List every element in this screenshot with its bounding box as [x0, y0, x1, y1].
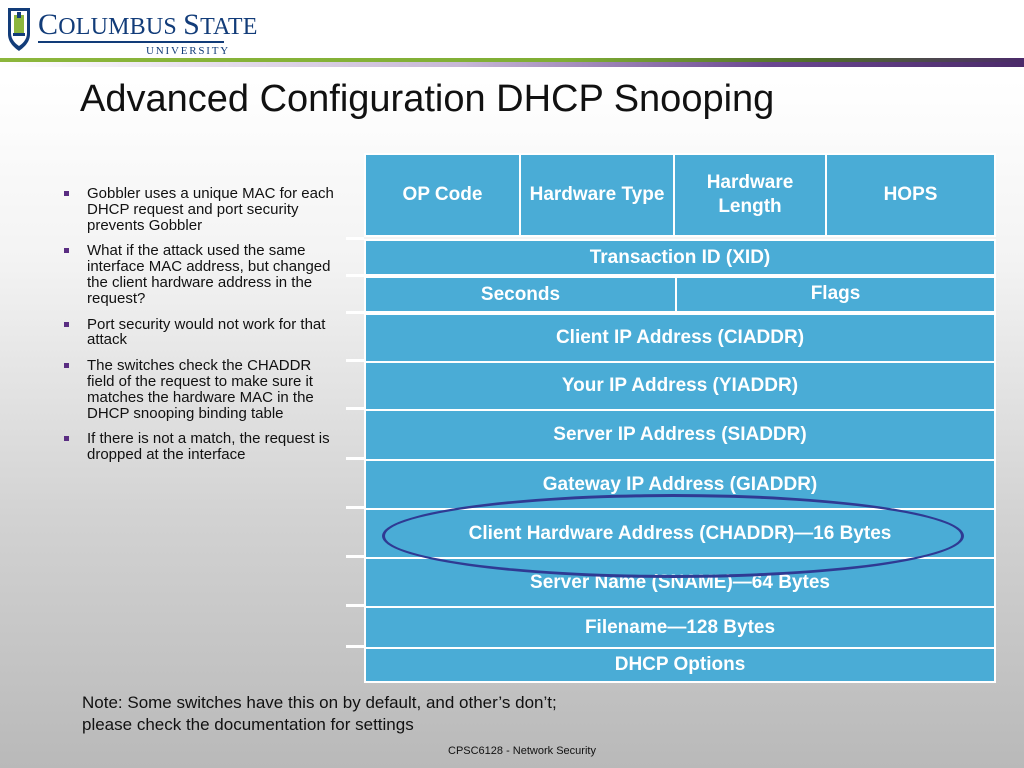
row-separator-tick: [346, 407, 364, 410]
bullet-item: The switches check the CHADDR field of t…: [64, 358, 334, 421]
logo-subtitle: UNIVERSITY: [146, 45, 230, 57]
field-hardware-type: Hardware Type: [519, 153, 675, 237]
note-line: Note: Some switches have this on by defa…: [82, 693, 557, 712]
row-separator-tick: [346, 274, 364, 277]
note-text: Note: Some switches have this on by defa…: [82, 692, 557, 736]
bullet-item: Port security would not work for that at…: [64, 316, 334, 349]
bullet-marker-icon: [64, 191, 69, 196]
note-line: please check the documentation for setti…: [82, 715, 414, 734]
slide-title: Advanced Configuration DHCP Snooping: [80, 78, 775, 120]
bullet-marker-icon: [64, 248, 69, 254]
logo-wordmark: COLUMBUS STATE: [38, 8, 258, 41]
field-ciaddr: Client IP Address (CIADDR): [364, 313, 996, 363]
row-separator-tick: [346, 506, 364, 509]
field-transaction-id: Transaction ID (XID): [364, 239, 996, 276]
field-siaddr: Server IP Address (SIADDR): [364, 409, 996, 461]
field-dhcp-options: DHCP Options: [364, 647, 996, 683]
bullet-item: Gobbler uses a unique MAC for each DHCP …: [64, 186, 334, 233]
bullet-marker-icon: [64, 436, 69, 442]
row-separator-tick: [346, 645, 364, 648]
field-yiaddr: Your IP Address (YIADDR): [364, 361, 996, 411]
row-separator-tick: [346, 311, 364, 314]
field-filename: Filename—128 Bytes: [364, 606, 996, 649]
field-op-code: OP Code: [364, 153, 521, 237]
bullet-item: If there is not a match, the request is …: [64, 431, 334, 463]
field-hardware-length: Hardware Length: [673, 153, 827, 237]
row-separator-tick: [346, 555, 364, 558]
header-stripe-purple: [0, 62, 1024, 67]
row-separator-tick: [346, 604, 364, 607]
field-seconds: Seconds: [364, 276, 677, 313]
bullet-marker-icon: [64, 363, 69, 369]
row-separator-tick: [346, 359, 364, 362]
bullet-marker-icon: [64, 321, 69, 327]
logo-rule: [38, 41, 224, 43]
shield-icon: [8, 8, 30, 51]
university-logo: COLUMBUS STATE UNIVERSITY: [6, 6, 257, 58]
field-hops: HOPS: [825, 153, 996, 237]
bullet-item: What if the attack used the same interfa…: [64, 243, 334, 306]
row-separator-tick: [346, 457, 364, 460]
field-sname: Server Name (SNAME)—64 Bytes: [364, 557, 996, 608]
row-separator-tick: [346, 237, 364, 240]
field-giaddr: Gateway IP Address (GIADDR): [364, 459, 996, 510]
bullet-list: Gobbler uses a unique MAC for each DHCP …: [64, 186, 334, 473]
field-chaddr: Client Hardware Address (CHADDR)—16 Byte…: [364, 508, 996, 559]
field-flags: Flags: [675, 276, 996, 313]
slide-footer: CPSC6128 - Network Security: [448, 745, 596, 757]
